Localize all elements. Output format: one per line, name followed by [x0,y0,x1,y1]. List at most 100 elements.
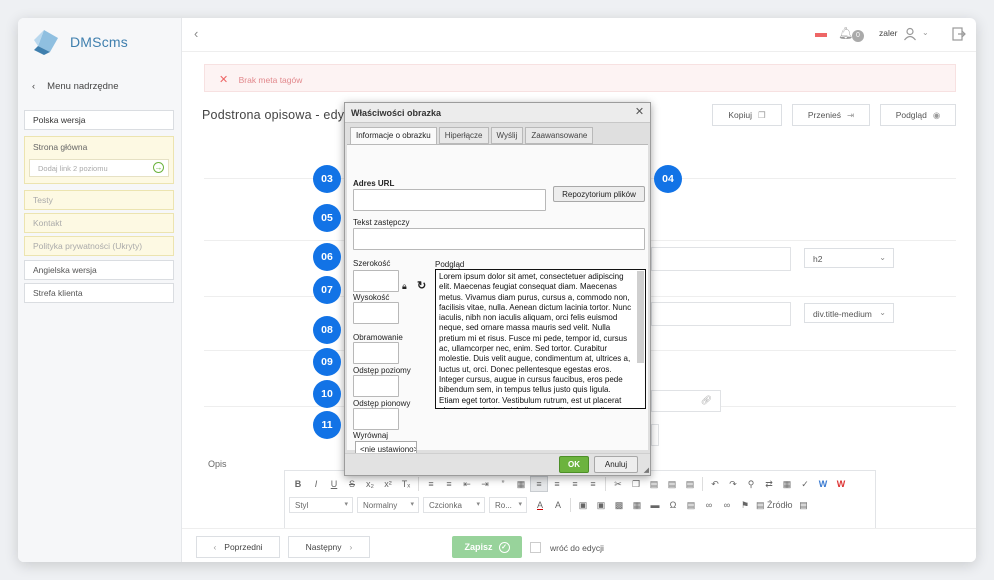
cancel-button[interactable]: Anuluj [594,456,638,473]
paste-icon[interactable]: ▤ [645,476,663,492]
redo-icon[interactable]: ↷ [724,476,742,492]
unlink-icon[interactable]: ∞ [718,497,736,513]
superscript-icon[interactable]: x² [379,476,397,492]
text-color-icon[interactable]: A [531,497,549,513]
sidebar-item-testy[interactable]: Testy [24,190,174,210]
link-field[interactable]: 🔗︎ [651,390,721,412]
tab-upload[interactable]: Wyślij [490,127,524,144]
spellcheck-icon[interactable]: ✓ [796,476,814,492]
close-x-icon: ✕ [219,74,229,86]
select-all-icon[interactable]: ▦ [778,476,796,492]
align-right-icon[interactable]: ≡ [566,476,584,492]
strike-icon[interactable]: S [343,476,361,492]
sidebar-item-polityka[interactable]: Polityka prywatności (Ukryty) [24,236,174,256]
tab-link[interactable]: Hiperłącze [438,127,489,144]
templates-icon[interactable]: ▤ [795,497,813,513]
collapse-chevron-icon[interactable]: ‹ [194,26,198,41]
tab-advanced[interactable]: Zaawansowane [525,127,594,144]
prev-button[interactable]: ‹ Poprzedni [196,536,280,558]
numbered-list-icon[interactable]: ≡ [422,476,440,492]
flag-icon[interactable] [815,33,827,37]
class-select-value: div.title-medium [813,309,872,319]
sidebar-item-strona-glowna[interactable]: Strona główna [33,142,87,152]
paste-text-icon[interactable]: ▤ [663,476,681,492]
div-icon[interactable]: ▦ [512,476,530,492]
lock-icon[interactable]: 🔒︎ [402,281,407,292]
paste-from-word-icon[interactable]: W [832,476,850,492]
sidebar-item-angielska-wersja[interactable]: Angielska wersja [24,260,174,280]
next-button[interactable]: Następny › [288,536,370,558]
alt-text-input[interactable] [353,228,645,250]
preview-button[interactable]: Podgląd ◉ [880,104,956,126]
bg-color-icon[interactable]: A [549,497,567,513]
heading-select[interactable]: h2 ⌄ [804,248,894,268]
copy-button[interactable]: Kopiuj ❐ [712,104,782,126]
special-char-icon[interactable]: Ω [664,497,682,513]
clear-format-icon[interactable]: Tₓ [397,476,415,492]
border-input[interactable] [353,342,399,364]
ok-button[interactable]: OK [559,456,589,473]
hspace-input[interactable] [353,375,399,397]
iframe-icon[interactable]: ▤ [682,497,700,513]
italic-icon[interactable]: I [307,476,325,492]
cut-icon[interactable]: ✂ [609,476,627,492]
video-icon[interactable]: ▩ [610,497,628,513]
copy-icon[interactable]: ❐ [627,476,645,492]
browse-repository-button[interactable]: Repozytorium plików [553,186,645,202]
menu-parent-link[interactable]: ‹ Menu nadrzędne [32,81,118,92]
subscript-icon[interactable]: x₂ [361,476,379,492]
table-icon[interactable]: ▦ [628,497,646,513]
height-input[interactable] [353,302,399,324]
small-field[interactable] [651,424,659,446]
bullet-list-icon[interactable]: ≡ [440,476,458,492]
align-left-icon[interactable]: ≡ [530,476,548,492]
source-button[interactable]: ▤ Źródło [754,497,795,513]
replace-icon[interactable]: ⇄ [760,476,778,492]
find-icon[interactable]: ⚲ [742,476,760,492]
image-icon[interactable]: ▣ [574,497,592,513]
chevron-down-icon[interactable]: ⌄ [922,28,929,37]
style-dropdown[interactable]: Styl ▾ [289,497,353,513]
arrow-right-circle-icon[interactable]: → [153,162,164,173]
class-text-field[interactable] [651,302,791,326]
sidebar-item-kontakt[interactable]: Kontakt [24,213,174,233]
url-input[interactable] [353,189,546,211]
return-checkbox[interactable] [530,542,541,553]
bold-icon[interactable]: B [289,476,307,492]
sidebar-item-strefa-klienta[interactable]: Strefa klienta [24,283,174,303]
blockquote-icon[interactable]: ” [494,476,512,492]
gallery-icon[interactable]: ▣ [592,497,610,513]
width-input[interactable] [353,270,399,292]
resize-grip-icon[interactable]: ◢ [644,466,649,474]
preview-scrollbar[interactable] [637,271,644,363]
close-icon[interactable]: ✕ [633,106,646,119]
move-button[interactable]: Przenieś ⇥ [792,104,870,126]
sidebar-item-polska-wersja[interactable]: Polska wersja [24,110,174,130]
reset-size-icon[interactable]: ↻ [417,279,426,292]
bell-icon[interactable]: 🔔︎ [838,26,853,40]
user-icon[interactable] [903,27,917,41]
format-dropdown[interactable]: Normalny ▾ [357,497,419,513]
paste-word-icon[interactable]: ▤ [681,476,699,492]
add-sublink-field[interactable]: Dodaj link 2 poziomu → [29,159,169,177]
class-select[interactable]: div.title-medium ⌄ [804,303,894,323]
font-dropdown[interactable]: Czcionka ▾ [423,497,485,513]
logout-icon[interactable] [952,27,966,41]
user-name[interactable]: zaler [879,28,897,38]
save-button[interactable]: Zapisz ✓ [452,536,522,558]
anchor-icon[interactable]: ⚑ [736,497,754,513]
word-count-icon[interactable]: W [814,476,832,492]
heading-text-field[interactable] [651,247,791,271]
undo-icon[interactable]: ↶ [706,476,724,492]
underline-icon[interactable]: U [325,476,343,492]
tab-image-info[interactable]: Informacje o obrazku [350,127,437,145]
align-center-icon[interactable]: ≡ [548,476,566,492]
logo[interactable]: DMScms [32,28,128,56]
vspace-input[interactable] [353,408,399,430]
link-icon[interactable]: ∞ [700,497,718,513]
indent-icon[interactable]: ⇥ [476,476,494,492]
align-justify-icon[interactable]: ≡ [584,476,602,492]
outdent-icon[interactable]: ⇤ [458,476,476,492]
size-dropdown[interactable]: Ro... ▾ [489,497,527,513]
horizontal-line-icon[interactable]: ▬ [646,497,664,513]
